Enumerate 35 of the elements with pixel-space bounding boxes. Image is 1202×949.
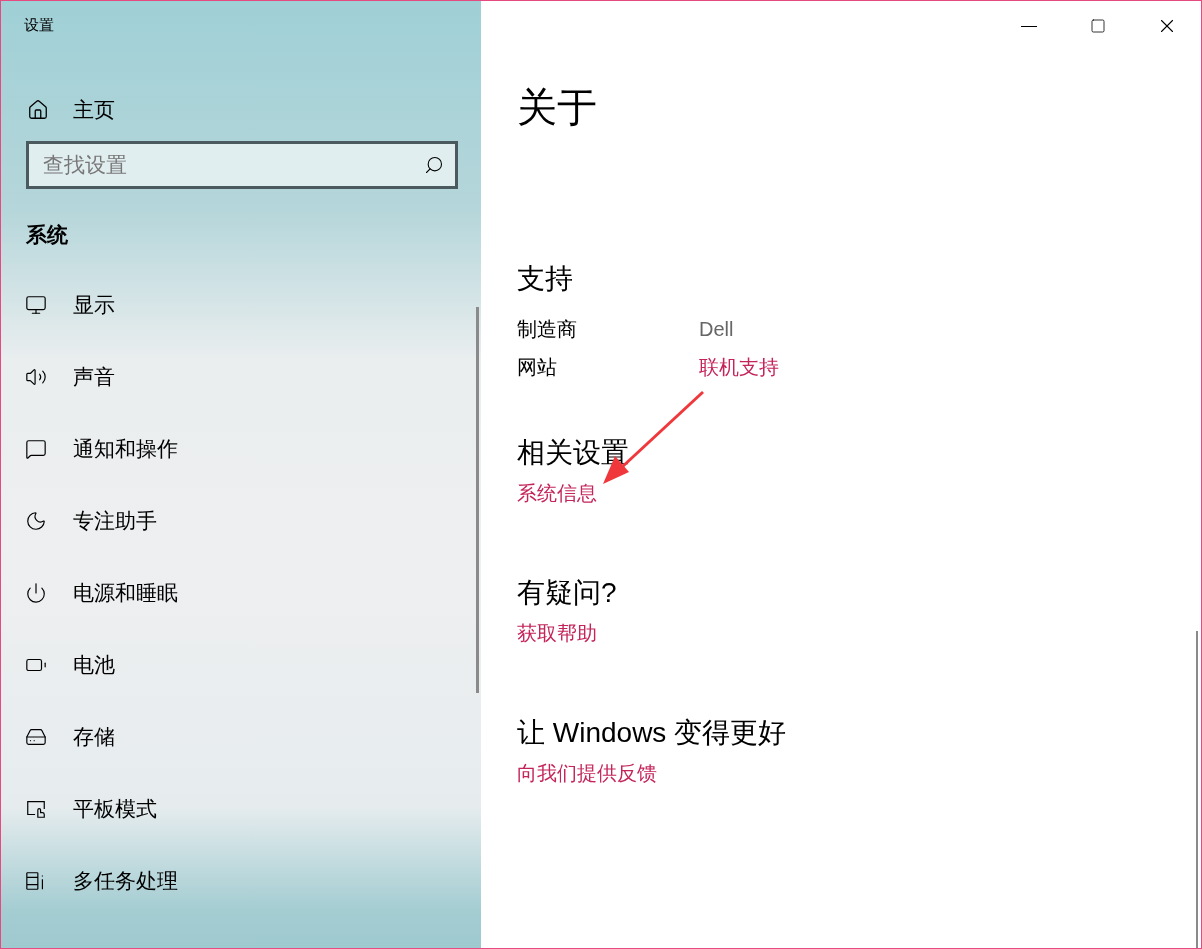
sidebar-item[interactable]: 声音 (1, 340, 115, 413)
section-heading: 有疑问? (517, 576, 617, 610)
speech-bubble-icon (25, 437, 47, 460)
scrollbar[interactable] (476, 307, 479, 693)
maximize-icon (1089, 18, 1106, 34)
section-heading: 让 Windows 变得更好 (517, 716, 787, 750)
home-label: 主页 (73, 97, 115, 124)
page-title: 关于 (517, 84, 598, 131)
sidebar-item[interactable]: 存储 (1, 700, 115, 773)
window-title: 设置 (24, 15, 54, 35)
search-field[interactable]: 查找设置 (26, 141, 458, 189)
support-link[interactable]: 联机支持 (699, 353, 779, 381)
section-heading: 系统 (26, 222, 69, 248)
sidebar-item[interactable]: 电源和睡眠 (1, 556, 178, 629)
sidebar-item[interactable]: 专注助手 (1, 484, 157, 557)
scrollbar[interactable] (1196, 631, 1198, 948)
sidebar-item[interactable]: 电池 (1, 628, 115, 701)
minimize-icon (1020, 25, 1037, 27)
power-icon (25, 581, 47, 604)
moon-icon (25, 509, 47, 532)
info-value: Dell (699, 317, 734, 342)
sidebar-item[interactable]: 平板模式 (1, 772, 157, 845)
info-label: 网站 (517, 355, 558, 380)
sidebar-item[interactable]: 通知和操作 (1, 412, 178, 485)
info-label: 制造商 (517, 317, 578, 342)
settings-link[interactable]: 获取帮助 (517, 619, 597, 647)
sidebar-item[interactable]: 显示 (1, 268, 115, 341)
home-nav-item[interactable]: 主页 (27, 93, 115, 127)
section-heading: 支持 (517, 262, 574, 296)
sidebar-item[interactable]: 多任务处理 (1, 844, 178, 917)
monitor-icon (25, 293, 47, 316)
settings-link[interactable]: 系统信息 (517, 479, 597, 507)
home-icon (27, 99, 49, 121)
search-icon (424, 155, 444, 175)
settings-link[interactable]: 向我们提供反馈 (517, 759, 657, 787)
